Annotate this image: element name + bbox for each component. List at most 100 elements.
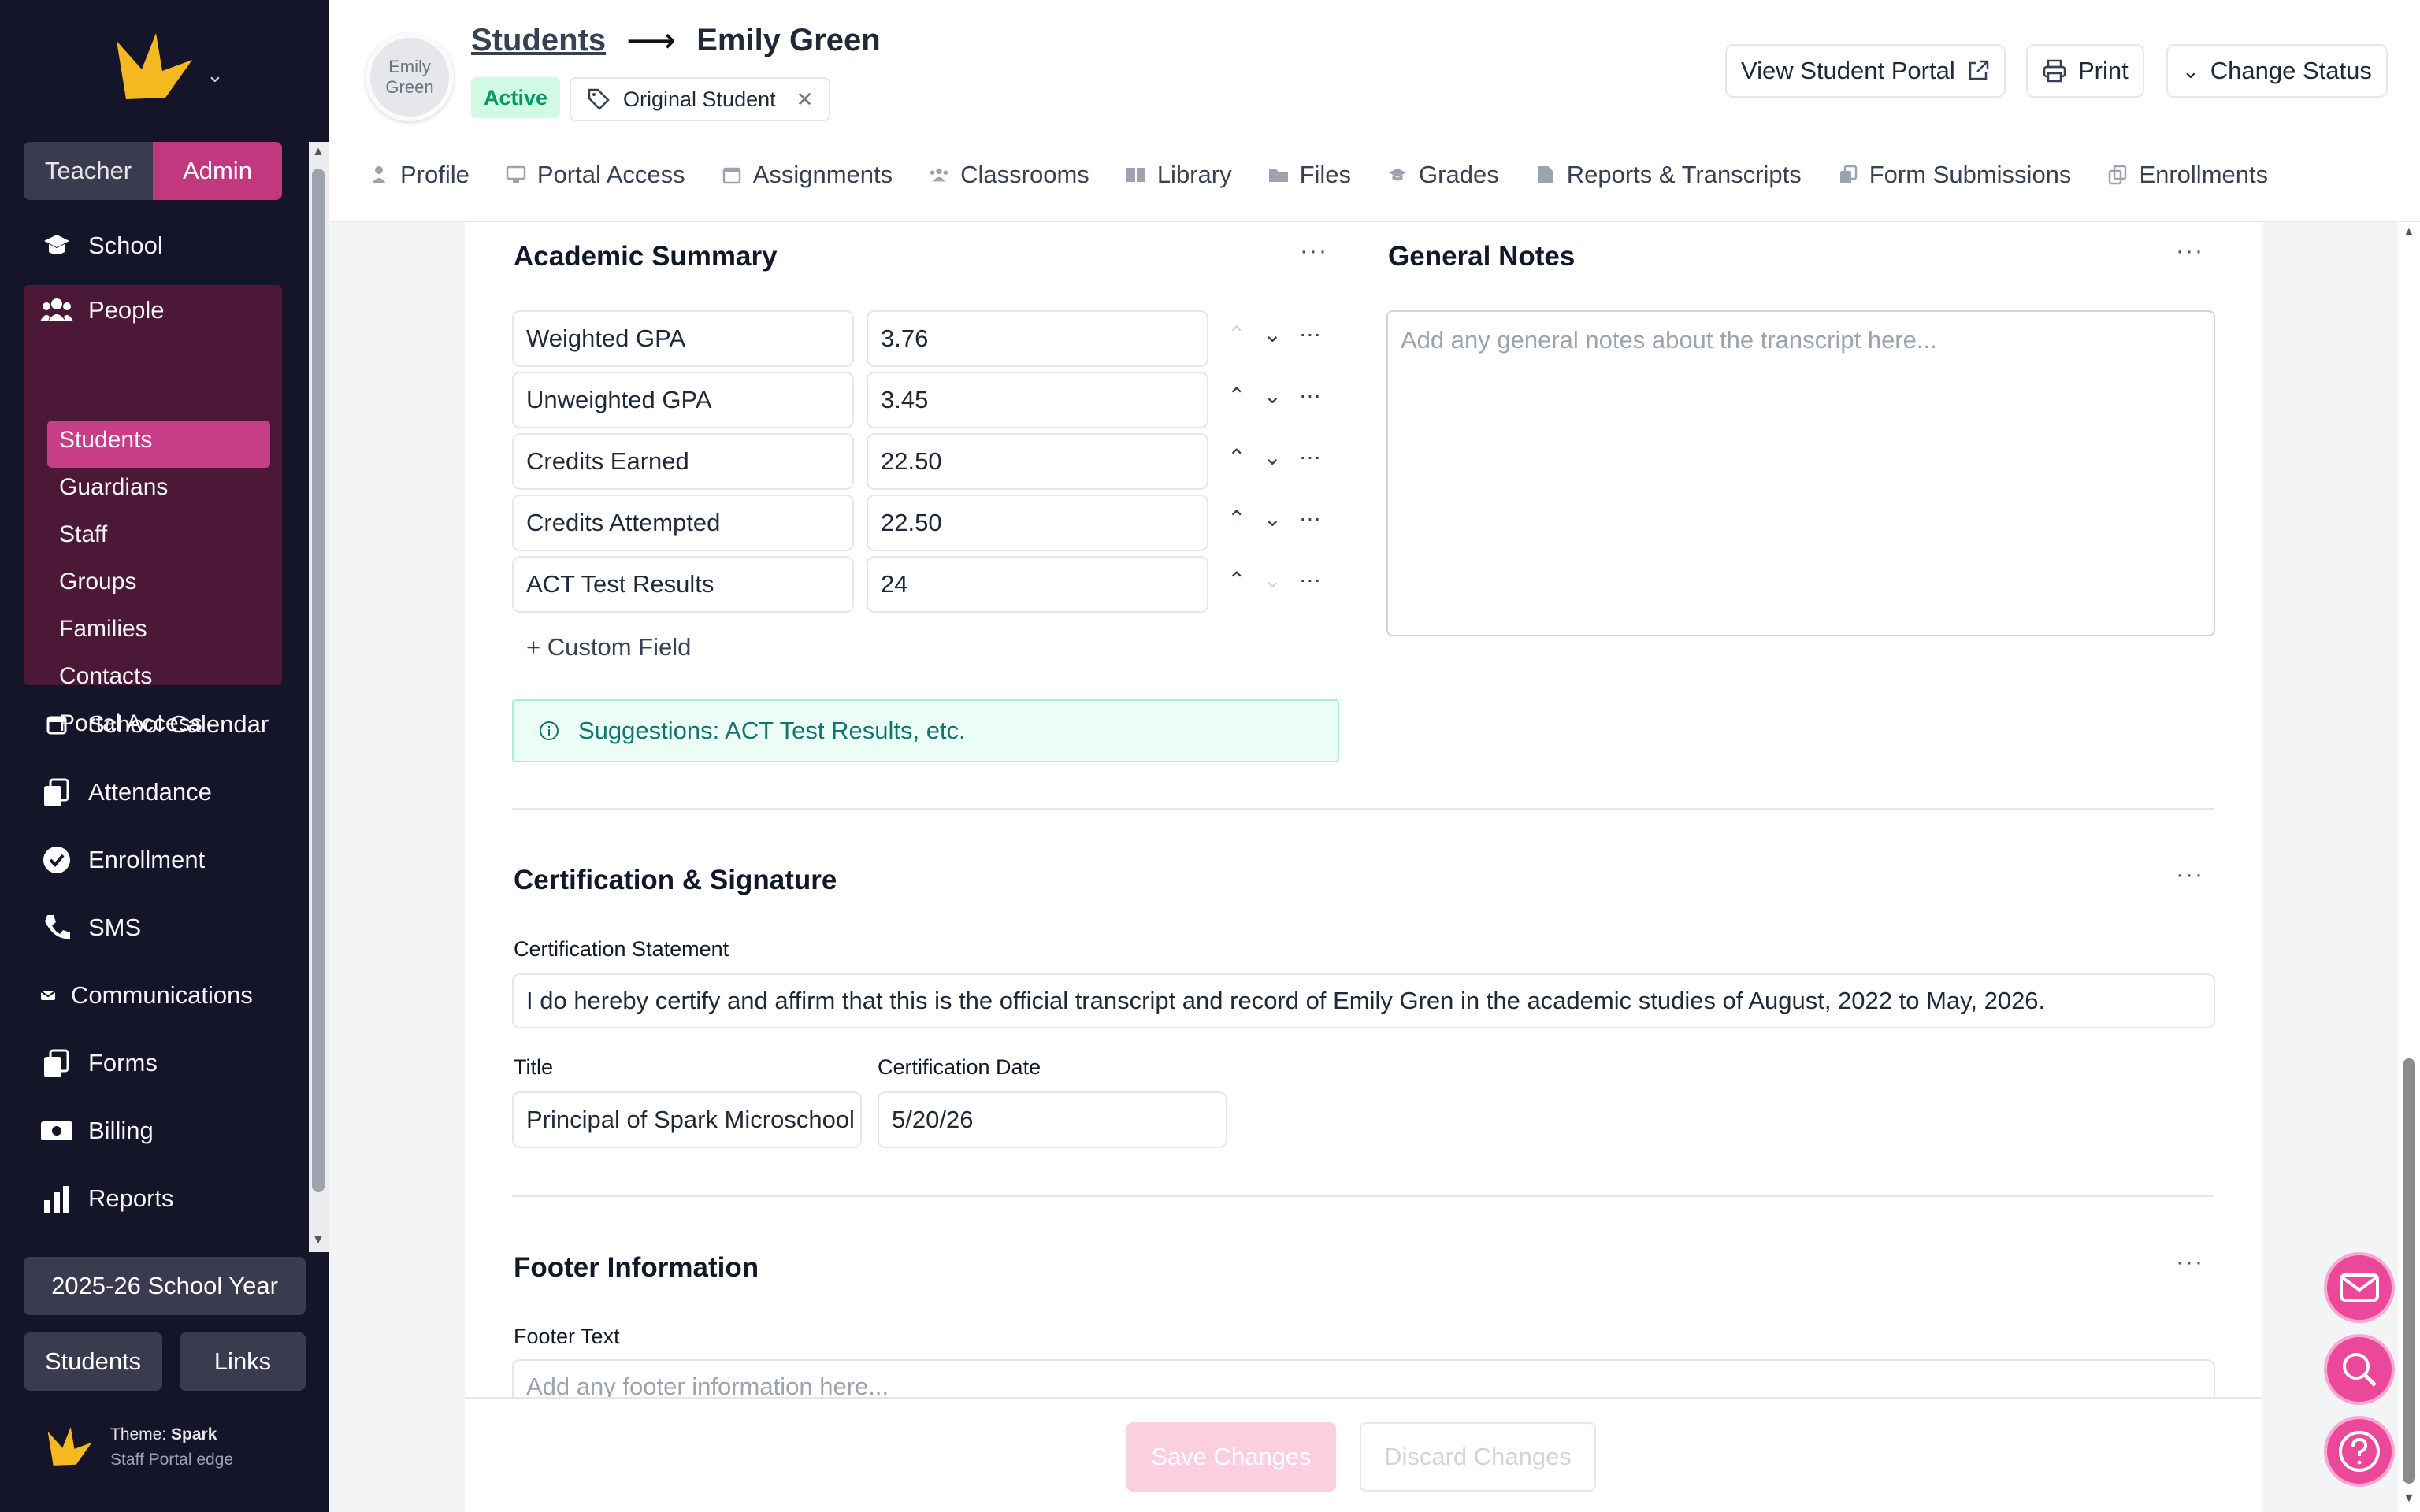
theme-sub: Staff Portal edge: [110, 1451, 234, 1469]
chevron-down-icon[interactable]: ⌄: [1263, 506, 1281, 532]
tab-library[interactable]: Library: [1126, 161, 1232, 189]
chevron-up-icon[interactable]: ⌃: [1227, 383, 1245, 409]
sidebar-item-reports[interactable]: Reports: [39, 1181, 174, 1216]
certification-statement-input[interactable]: I do hereby certify and affirm that this…: [512, 973, 2215, 1028]
role-teacher-button[interactable]: Teacher: [24, 142, 153, 200]
more-options-icon[interactable]: ···: [1299, 444, 1321, 470]
more-options-icon[interactable]: ···: [1300, 238, 1328, 265]
scroll-down-icon[interactable]: ▼: [312, 1233, 325, 1247]
page-scrollbar[interactable]: ▲ ▼: [2398, 222, 2420, 1512]
external-link-icon: [1969, 60, 1988, 80]
chevron-down-icon[interactable]: ⌄: [1263, 383, 1281, 409]
academic-label-field[interactable]: ACT Test Results: [512, 556, 854, 613]
tab-profile[interactable]: Profile: [369, 161, 470, 189]
avatar[interactable]: Emily Green: [366, 33, 454, 121]
signer-title-input[interactable]: Principal of Spark Microschool: [512, 1091, 862, 1148]
sidebar-item-forms[interactable]: Forms: [39, 1046, 158, 1080]
tab-label: Assignments: [752, 161, 893, 188]
students-button[interactable]: Students: [24, 1332, 162, 1391]
more-options-icon[interactable]: ···: [2176, 862, 2204, 888]
tab-files[interactable]: Files: [1268, 161, 1351, 189]
tab-reports-transcripts[interactable]: Reports & Transcripts: [1535, 161, 1802, 189]
sidebar-scrollbar[interactable]: ▲ ▼: [309, 142, 329, 1252]
sidebar-sub-guardians[interactable]: Guardians: [59, 474, 168, 501]
chevron-up-icon[interactable]: ⌃: [1227, 506, 1245, 532]
chevron-up-icon[interactable]: ⌃: [1227, 567, 1245, 593]
academic-value-field[interactable]: 3.76: [867, 310, 1208, 367]
academic-value-field[interactable]: 22.50: [867, 495, 1208, 551]
view-student-portal-button[interactable]: View Student Portal: [1725, 44, 2006, 98]
more-options-icon[interactable]: ···: [1299, 383, 1321, 409]
sidebar-item-attendance[interactable]: Attendance: [39, 775, 212, 810]
tab-portal-access[interactable]: Portal Access: [506, 161, 685, 189]
scroll-down-icon[interactable]: ▼: [2403, 1492, 2415, 1506]
chevron-up-icon[interactable]: ⌃: [1227, 444, 1245, 470]
sidebar-item-school-calendar[interactable]: School Calendar: [39, 707, 269, 742]
change-status-button[interactable]: ⌄ Change Status: [2166, 44, 2388, 98]
enrollment-icon: [39, 843, 74, 877]
tab-classrooms[interactable]: Classrooms: [929, 161, 1089, 189]
discard-changes-button[interactable]: Discard Changes: [1360, 1422, 1596, 1492]
scroll-up-icon[interactable]: ▲: [2403, 225, 2415, 239]
sidebar-sub-staff[interactable]: Staff: [59, 521, 107, 548]
academic-label-field[interactable]: Credits Earned: [512, 433, 854, 490]
button-label: View Student Portal: [1741, 57, 1955, 84]
sidebar-scroll-thumb[interactable]: [312, 169, 325, 1192]
attendance-icon: [39, 775, 74, 810]
certification-date-input[interactable]: 5/20/26: [878, 1091, 1227, 1148]
general-notes-textarea[interactable]: Add any general notes about the transcri…: [1386, 310, 2215, 636]
more-options-icon[interactable]: ···: [1299, 506, 1321, 532]
suggestions-banner: Suggestions: ACT Test Results, etc.: [512, 699, 1339, 762]
sidebar-sub-students[interactable]: Students: [59, 427, 152, 454]
search-icon: [2343, 1353, 2377, 1387]
sidebar-sub-groups[interactable]: Groups: [59, 569, 136, 595]
more-options-icon[interactable]: ···: [2176, 1249, 2204, 1276]
user-icon: [369, 165, 389, 185]
role-admin-button[interactable]: Admin: [153, 142, 282, 200]
sidebar-item-people[interactable]: People: [39, 293, 165, 328]
page-scroll-thumb[interactable]: [2403, 1058, 2415, 1484]
sidebar-sub-families[interactable]: Families: [59, 616, 147, 643]
sidebar-item-label: People: [88, 296, 165, 324]
links-button[interactable]: Links: [180, 1332, 306, 1391]
scroll-up-icon[interactable]: ▲: [312, 145, 325, 159]
chevron-down-icon: ⌄: [2182, 58, 2199, 83]
academic-label-field[interactable]: Unweighted GPA: [512, 372, 854, 428]
tab-form-submissions[interactable]: Form Submissions: [1838, 161, 2071, 189]
academic-label-field[interactable]: Credits Attempted: [512, 495, 854, 551]
search-button[interactable]: [2324, 1334, 2395, 1405]
academic-value-field[interactable]: 24: [867, 556, 1208, 613]
sidebar-item-school[interactable]: School: [39, 228, 163, 263]
chevron-down-icon[interactable]: ⌄: [1263, 567, 1281, 593]
chevron-up-icon[interactable]: ⌃: [1227, 321, 1245, 347]
sidebar-item-billing[interactable]: Billing: [39, 1114, 154, 1148]
print-button[interactable]: Print: [2026, 44, 2144, 98]
more-options-icon[interactable]: ···: [2176, 238, 2204, 265]
sidebar-item-sms[interactable]: SMS: [39, 910, 141, 945]
tab-enrollments[interactable]: Enrollments: [2107, 161, 2268, 189]
sidebar-item-label: Billing: [88, 1117, 154, 1144]
chevron-down-icon[interactable]: ⌄: [1263, 321, 1281, 347]
tab-grades[interactable]: Grades: [1387, 161, 1499, 189]
school-year-button[interactable]: 2025-26 School Year: [24, 1257, 306, 1315]
more-options-icon[interactable]: ···: [1299, 567, 1321, 593]
breadcrumb-students-link[interactable]: Students: [471, 23, 606, 58]
sidebar-sub-contacts[interactable]: Contacts: [59, 663, 152, 690]
sidebar-item-enrollment[interactable]: Enrollment: [39, 843, 205, 877]
student-tag: Original Student ✕: [570, 77, 831, 121]
academic-value-field[interactable]: 3.45: [867, 372, 1208, 428]
tab-label: Library: [1156, 161, 1232, 188]
save-changes-button[interactable]: Save Changes: [1126, 1422, 1336, 1492]
academic-value-field[interactable]: 22.50: [867, 433, 1208, 490]
more-options-icon[interactable]: ···: [1299, 321, 1321, 347]
add-custom-field-button[interactable]: + Custom Field: [526, 633, 691, 662]
chevron-down-icon[interactable]: ⌄: [1263, 444, 1281, 470]
tab-label: Reports & Transcripts: [1566, 161, 1802, 188]
help-button[interactable]: [2324, 1416, 2395, 1487]
tab-assignments[interactable]: Assignments: [722, 161, 893, 189]
close-icon[interactable]: ✕: [796, 87, 814, 112]
messages-button[interactable]: [2324, 1252, 2395, 1323]
chevron-down-icon[interactable]: ⌄: [206, 63, 224, 87]
academic-label-field[interactable]: Weighted GPA: [512, 310, 854, 367]
sidebar-item-communications[interactable]: Communications: [39, 978, 253, 1013]
